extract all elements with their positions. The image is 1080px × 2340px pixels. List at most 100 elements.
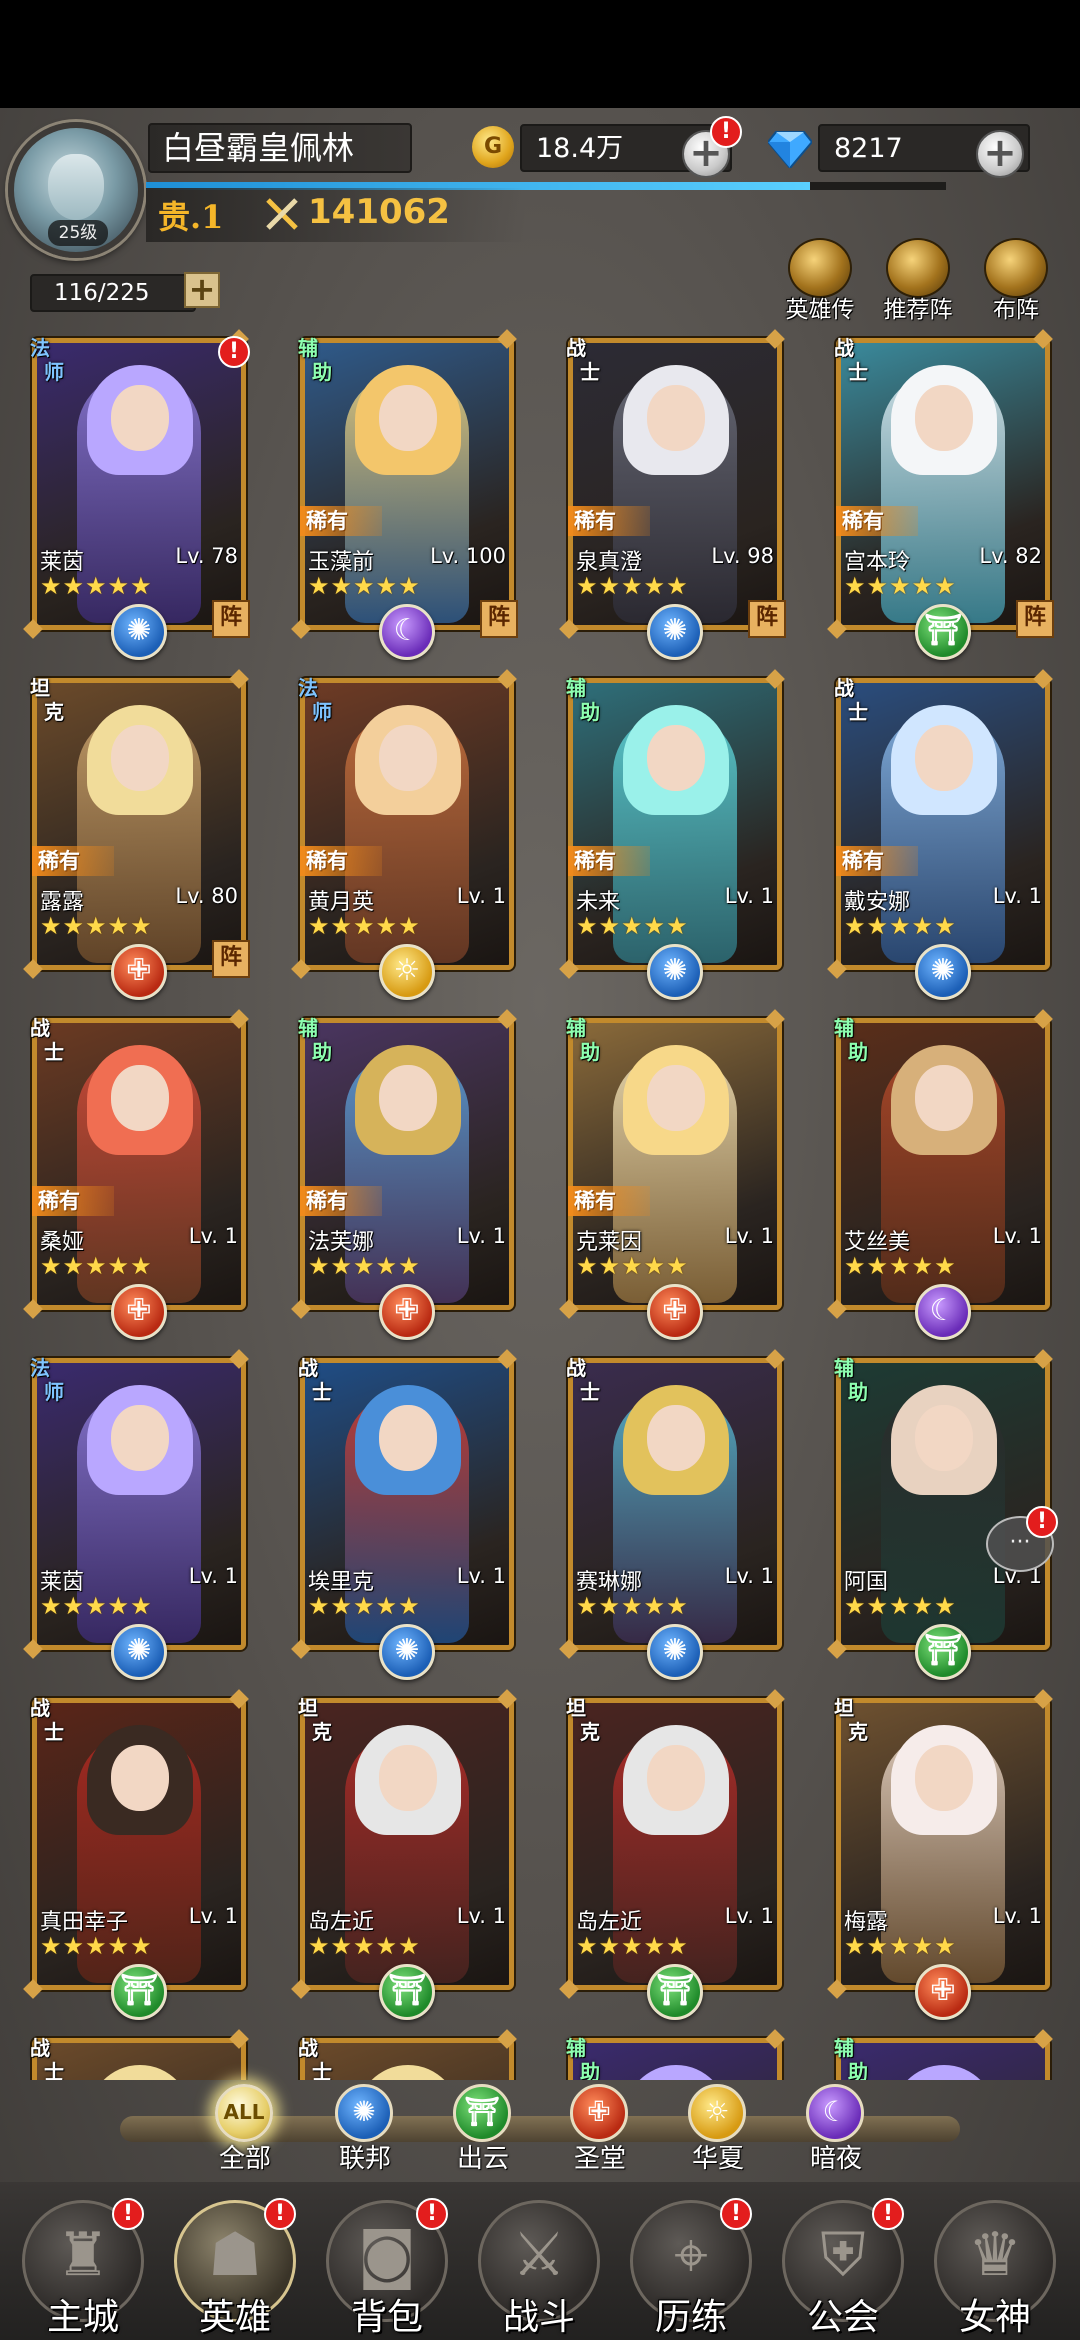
hero-role-label: 战士 <box>834 676 880 730</box>
vip-rank[interactable]: 贵.1 <box>158 192 223 238</box>
star-rating: ★★★★★ <box>308 1592 421 1620</box>
role-char: 助 <box>312 1040 332 1064</box>
player-name: 白昼霸皇佩林 <box>148 123 412 173</box>
hero-card[interactable]: 坦克稀有 露露 Lv. 80 ★★★★★ ✙ 阵 <box>23 669 250 1000</box>
anye-filter-icon: ☾ <box>806 2084 864 2142</box>
role-char: 士 <box>580 1380 600 1404</box>
star-rating: ★★★★★ <box>576 1252 689 1280</box>
in-formation-tag: 阵 <box>212 600 250 638</box>
role-char: 士 <box>44 1040 64 1064</box>
anye-faction-icon: ☾ <box>915 1284 971 1340</box>
hero-card[interactable]: 辅助艾丝美 Lv. 1 ★★★★★ ☾ <box>827 1009 1054 1340</box>
filter-label: 全部 <box>218 2144 271 2174</box>
hero-card[interactable]: 法师莱茵 Lv. 1 ★★★★★ ✺ <box>23 1349 250 1680</box>
hero-card[interactable]: 辅助阿国 Lv. 1 ★★★★★ ⛩ <box>827 1349 1054 1680</box>
filter-tab-anye[interactable]: ☾ 暗夜 <box>796 2084 876 2174</box>
role-char: 辅 <box>834 1356 854 1380</box>
rarity-tag: 稀有 <box>300 846 382 876</box>
hero-role-label: 辅助 <box>834 1356 880 1410</box>
role-char: 战 <box>298 2036 318 2060</box>
role-char: 师 <box>44 1380 64 1404</box>
nav-backpack[interactable]: ◙ 背包! <box>320 2188 454 2338</box>
hero-grid: 法师莱茵 Lv. 78 ★★★★★ ✺ 阵! 辅助稀有 玉藻前 Lv. 100 ★★★★★ ☾ 阵… <box>0 324 1080 2080</box>
nav-hero[interactable]: ☗ 英雄! <box>168 2188 302 2338</box>
hero-card[interactable]: 战士稀有 泉真澄 Lv. 98 ★★★★★ ✺ 阵 <box>559 329 786 660</box>
rarity-tag: 稀有 <box>568 1186 650 1216</box>
nav-swords[interactable]: ⚔ 战斗 <box>472 2188 606 2338</box>
hero-card[interactable]: 辅助 <box>832 2029 1054 2080</box>
filter-tab-shengtang[interactable]: ✙ 圣堂 <box>560 2084 640 2174</box>
chat-button[interactable]: ··· ! <box>982 1506 1060 1576</box>
nav-castle[interactable]: ♜ 主城! <box>16 2188 150 2338</box>
hero-role-label: 战士 <box>30 1016 76 1070</box>
role-char: 助 <box>848 2060 868 2080</box>
filter-tab-all[interactable]: ALL 全部 <box>205 2084 285 2174</box>
star-rating: ★★★★★ <box>308 1252 421 1280</box>
hero-card[interactable]: 战士稀有 宫本玲 Lv. 82 ★★★★★ ⛩ 阵 <box>827 329 1054 660</box>
hero-role-label: 坦克 <box>30 676 76 730</box>
star-rating: ★★★★★ <box>40 1592 153 1620</box>
hero-level: Lv. 1 <box>456 884 506 908</box>
filter-label: 圣堂 <box>573 2144 626 2174</box>
hero-card[interactable]: 辅助稀有 玉藻前 Lv. 100 ★★★★★ ☾ 阵 <box>291 329 518 660</box>
hero-biography-button[interactable]: 英雄传 <box>776 232 864 328</box>
expand-capacity-button[interactable]: + <box>184 272 220 308</box>
hero-level: Lv. 80 <box>175 884 238 908</box>
hero-card[interactable]: 辅助 <box>564 2029 786 2080</box>
hero-card[interactable]: 辅助稀有 未来 Lv. 1 ★★★★★ ✺ <box>559 669 786 1000</box>
role-char: 士 <box>312 1380 332 1404</box>
hero-role-label: 法师 <box>30 336 76 390</box>
hero-card[interactable]: 战士稀有 桑娅 Lv. 1 ★★★★★ ✙ <box>23 1009 250 1340</box>
role-char: 战 <box>834 336 854 360</box>
rarity-tag: 稀有 <box>300 506 382 536</box>
hero-card[interactable]: 战士真田幸子 Lv. 1 ★★★★★ ⛩ <box>23 1689 250 2020</box>
hero-card[interactable]: 法师莱茵 Lv. 78 ★★★★★ ✺ 阵! <box>23 329 250 660</box>
hero-card[interactable]: 战士埃里克 Lv. 1 ★★★★★ ✺ <box>291 1349 518 1680</box>
hero-card[interactable]: 坦克岛左近 Lv. 1 ★★★★★ ⛩ <box>559 1689 786 2020</box>
nav-guild-shield[interactable]: ⛨ 公会! <box>776 2188 910 2338</box>
bottom-navigation: ♜ 主城! ☗ 英雄! ◙ 背包! ⚔ 战斗 ⌖ 历练! ⛨ 公会! ♛ 女神 <box>0 2182 1080 2340</box>
hero-card[interactable]: 辅助稀有 克莱因 Lv. 1 ★★★★★ ✙ <box>559 1009 786 1340</box>
hero-card[interactable]: 战士 <box>296 2029 518 2080</box>
hero-role-label: 坦克 <box>566 1696 612 1750</box>
formation-label: 布阵 <box>993 297 1039 323</box>
filter-label: 出云 <box>456 2144 509 2174</box>
role-char: 法 <box>298 676 318 700</box>
castle-icon: ♜ <box>56 2220 110 2290</box>
hero-card[interactable]: 战士赛琳娜 Lv. 1 ★★★★★ ✺ <box>559 1349 786 1680</box>
star-rating: ★★★★★ <box>40 572 153 600</box>
role-char: 助 <box>580 1040 600 1064</box>
role-char: 战 <box>298 1356 318 1380</box>
hero-card[interactable]: 战士稀有 戴安娜 Lv. 1 ★★★★★ ✺ <box>827 669 1054 1000</box>
hero-card[interactable]: 辅助稀有 法芙娜 Lv. 1 ★★★★★ ✙ <box>291 1009 518 1340</box>
nav-label: 主城 <box>46 2297 119 2338</box>
hero-role-label: 法师 <box>30 1356 76 1410</box>
nav-map[interactable]: ⌖ 历练! <box>624 2188 758 2338</box>
add-gems-button[interactable]: + <box>976 130 1024 178</box>
hero-card[interactable]: 坦克梅露 Lv. 1 ★★★★★ ✙ <box>827 1689 1054 2020</box>
diamond-icon <box>768 131 812 168</box>
nav-label: 战斗 <box>502 2297 575 2338</box>
nav-goddess[interactable]: ♛ 女神 <box>928 2188 1062 2338</box>
role-char: 辅 <box>566 676 586 700</box>
hero-level: Lv. 1 <box>724 1564 774 1588</box>
hero-card[interactable]: 战士 <box>28 2029 250 2080</box>
filter-tab-chuyun[interactable]: ⛩ 出云 <box>443 2084 523 2174</box>
hero-card[interactable]: 法师稀有 黄月英 Lv. 1 ★★★★★ ☼ <box>291 669 518 1000</box>
formation-button[interactable]: 布阵 <box>972 232 1060 328</box>
role-char: 士 <box>312 2060 332 2080</box>
hero-role-label: 战士 <box>298 2036 344 2080</box>
hero-card[interactable]: 坦克岛左近 Lv. 1 ★★★★★ ⛩ <box>291 1689 518 2020</box>
gold-value: 18.4万 <box>536 133 624 164</box>
role-char: 士 <box>848 700 868 724</box>
filter-tab-lianbang[interactable]: ✺ 联邦 <box>325 2084 405 2174</box>
filter-tab-huaxia[interactable]: ☼ 华夏 <box>678 2084 758 2174</box>
rarity-tag: 稀有 <box>32 1186 114 1216</box>
star-rating: ★★★★★ <box>844 1252 957 1280</box>
role-char: 师 <box>312 700 332 724</box>
player-avatar[interactable]: 25级 <box>8 122 144 258</box>
hero-level: Lv. 1 <box>992 884 1042 908</box>
anye-faction-icon: ☾ <box>379 604 435 660</box>
recommended-formation-button[interactable]: 推荐阵 <box>874 232 962 328</box>
hero-role-label: 战士 <box>30 2036 76 2080</box>
